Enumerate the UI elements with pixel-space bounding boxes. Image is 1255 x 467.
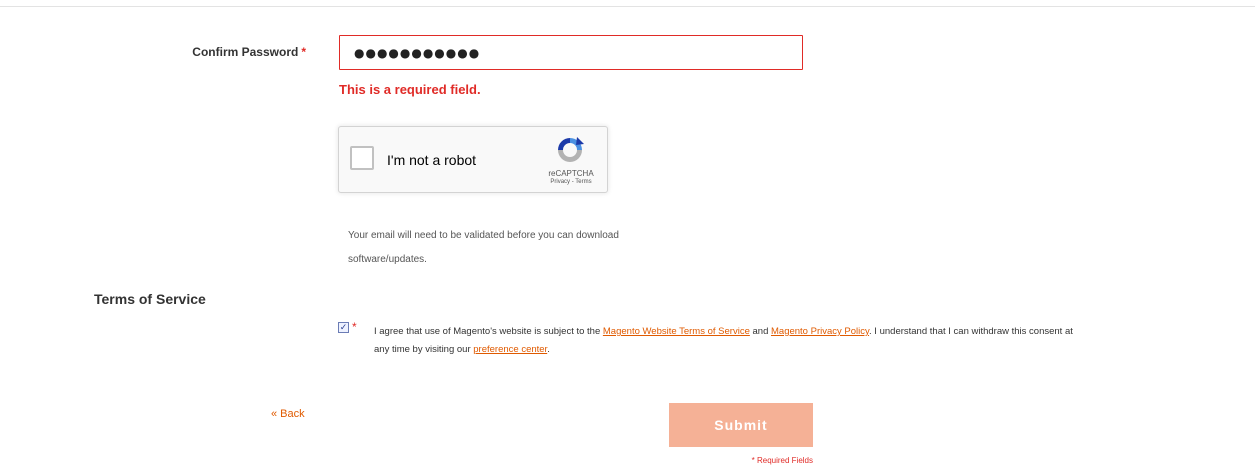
privacy-policy-link[interactable]: Magento Privacy Policy [771,326,869,337]
terms-text-part-4: . [547,344,550,355]
recaptcha-label: I'm not a robot [387,152,477,168]
submit-button[interactable]: Submit [669,403,813,447]
registration-form: Confirm Password* This is a required fie… [0,0,1255,467]
confirm-password-error: This is a required field. [339,82,481,97]
terms-of-service-title: Terms of Service [94,291,206,307]
required-fields-note: * Required Fields [751,456,813,465]
required-star: * [301,45,306,59]
recaptcha-checkbox[interactable] [350,146,374,170]
recaptcha-logo-icon [558,137,584,162]
terms-agreement-text: I agree that use of Magento's website is… [374,323,1074,359]
terms-of-service-link[interactable]: Magento Website Terms of Service [603,326,750,337]
back-link[interactable]: « Back [271,408,305,420]
check-icon: ✓ [339,322,348,332]
confirm-password-label: Confirm Password * [100,45,306,59]
terms-text-part-2: and [749,326,771,337]
terms-text-part-1: I agree that use of Magento's website is… [374,326,603,337]
confirm-password-input[interactable] [339,35,803,70]
terms-checkbox[interactable]: ✓ [338,322,349,333]
top-divider [0,6,1255,7]
terms-required-star: * [352,320,357,334]
recaptcha-privacy-terms[interactable]: Privacy - Terms [529,179,613,185]
preference-center-link[interactable]: preference center [473,344,547,355]
confirm-password-label-text: Confirm Password [192,45,299,59]
email-validation-note: Your email will need to be validated bef… [348,230,619,265]
recaptcha-brand: reCAPTCHA [548,169,594,178]
recaptcha-widget: I'm not a robot reCAPTCHA Privacy - Term… [338,126,608,193]
